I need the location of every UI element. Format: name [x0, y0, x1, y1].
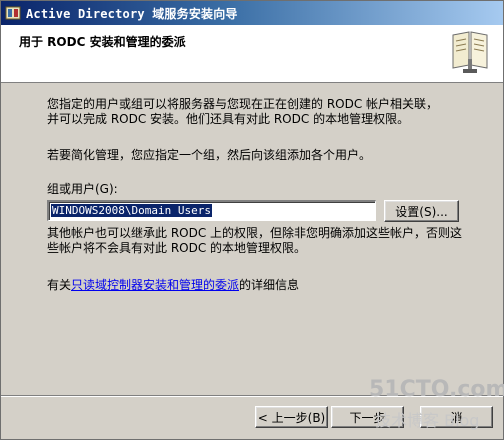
watermark: 51CTO.com 技术博客 Blog — [369, 377, 504, 437]
more-info-prefix: 有关 — [47, 278, 72, 292]
wizard-window: Active Directory 域服务安装向导 用于 RODC 安装和管理的委… — [0, 0, 504, 440]
book-icon — [452, 31, 488, 73]
more-info: 有关只读域控制器安装和管理的委派的详细信息 — [47, 278, 299, 293]
group-or-user-value: WINDOWS2008\Domain Users — [51, 204, 212, 217]
title-bar: Active Directory 域服务安装向导 — [1, 1, 503, 25]
wizard-header: 用于 RODC 安装和管理的委派 — [1, 25, 503, 83]
watermark-site: 51CTO.com — [369, 377, 504, 402]
active-directory-icon — [5, 6, 21, 20]
description-line-2: 并可以完成 RODC 安装。他们还具有对此 RODC 的本地管理权限。 — [47, 112, 410, 126]
simplify-hint: 若要简化管理，您应指定一个组，然后向该组添加各个用户。 — [47, 148, 372, 162]
more-info-suffix: 的详细信息 — [239, 278, 300, 292]
group-label: 组或用户(G): — [47, 182, 118, 196]
window-title: Active Directory 域服务安装向导 — [26, 6, 238, 21]
inherit-note-line-1: 其他帐户也可以继承此 RODC 上的权限，但除非您明确添加这些帐户，否则这 — [47, 226, 463, 240]
page-title: 用于 RODC 安装和管理的委派 — [19, 35, 186, 49]
watermark-tagline: 技术博客 Blog — [375, 411, 480, 430]
inherit-note-line-2: 些帐户将不会具有对此 RODC 的本地管理权限。 — [47, 241, 307, 255]
group-or-user-field[interactable]: WINDOWS2008\Domain Users — [47, 200, 376, 221]
settings-button[interactable]: 设置(S)... — [384, 200, 459, 222]
back-button[interactable]: < 上一步(B) — [255, 406, 328, 428]
description-line-1: 您指定的用户或组可以将服务器与您现在正在创建的 RODC 帐户相关联， — [47, 97, 439, 111]
rodc-delegation-link[interactable]: 只读域控制器安装和管理的委派 — [71, 278, 239, 292]
